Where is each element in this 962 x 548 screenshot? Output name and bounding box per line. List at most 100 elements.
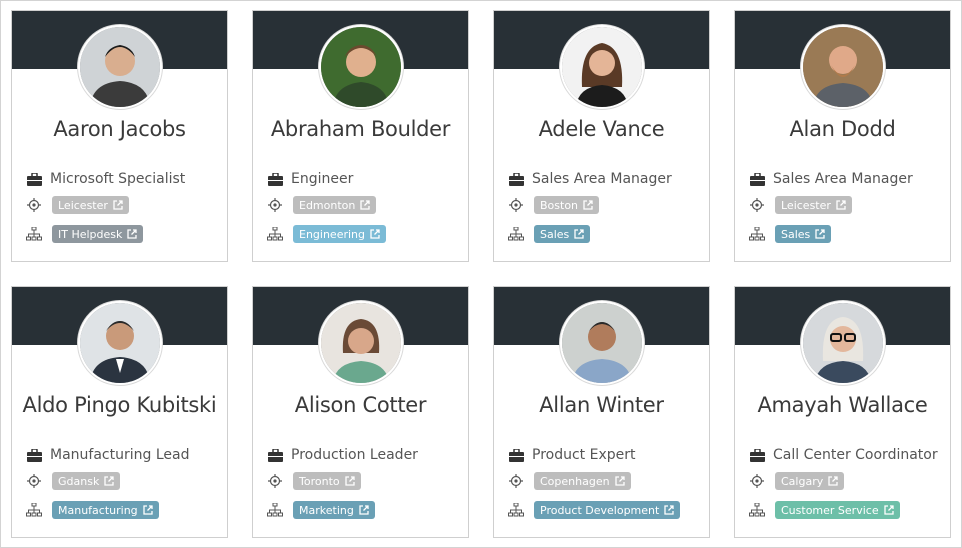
org-chart-icon	[267, 502, 283, 518]
location-tag[interactable]: Edmonton	[293, 196, 377, 214]
location-label: Gdansk	[58, 474, 100, 488]
org-chart-icon	[508, 502, 524, 518]
job-title: Call Center Coordinator	[773, 447, 938, 463]
department-label: IT Helpdesk	[58, 227, 123, 241]
department-tag[interactable]: Product Development	[534, 501, 681, 519]
external-link-icon	[614, 476, 625, 486]
person-card[interactable]: Adele Vance Sales Area Manager Boston Sa…	[493, 10, 710, 262]
org-chart-icon	[267, 226, 283, 242]
person-card[interactable]: Alan Dodd Sales Area Manager Leicester S…	[734, 10, 951, 262]
avatar	[318, 301, 403, 385]
department-tag[interactable]: Sales	[775, 225, 832, 243]
target-icon	[508, 197, 524, 213]
external-link-icon	[883, 505, 894, 515]
location-label: Edmonton	[299, 198, 356, 212]
target-icon	[26, 197, 42, 213]
person-name[interactable]: Alison Cotter	[253, 393, 468, 417]
target-icon	[26, 473, 42, 489]
person-name[interactable]: Aldo Pingo Kubitski	[12, 393, 227, 417]
job-title: Engineer	[291, 171, 354, 187]
department-label: Sales	[781, 227, 811, 241]
job-title: Microsoft Specialist	[50, 171, 186, 187]
org-chart-icon	[26, 226, 42, 242]
location-tag[interactable]: Toronto	[293, 472, 361, 490]
avatar	[77, 301, 162, 385]
avatar	[559, 25, 644, 109]
department-label: Engineering	[299, 227, 365, 241]
person-card[interactable]: Alison Cotter Production Leader Toronto …	[252, 286, 469, 538]
person-name[interactable]: Alan Dodd	[735, 117, 950, 141]
briefcase-icon	[267, 171, 283, 187]
person-name[interactable]: Amayah Wallace	[735, 393, 950, 417]
external-link-icon	[836, 200, 846, 210]
avatar	[800, 301, 885, 385]
avatar	[800, 25, 885, 109]
location-tag[interactable]: Leicester	[52, 196, 129, 214]
target-icon	[267, 473, 283, 489]
department-tag[interactable]: Sales	[534, 225, 591, 243]
briefcase-icon	[267, 447, 283, 463]
external-link-icon	[359, 505, 369, 515]
person-card[interactable]: Amayah Wallace Call Center Coordinator C…	[734, 286, 951, 538]
department-tag[interactable]: Manufacturing	[52, 501, 159, 519]
avatar	[77, 25, 162, 109]
location-label: Toronto	[299, 474, 340, 488]
person-name[interactable]: Aaron Jacobs	[12, 117, 227, 141]
person-card[interactable]: Allan Winter Product Expert Copenhagen P…	[493, 286, 710, 538]
external-link-icon	[370, 229, 380, 239]
location-label: Boston	[540, 198, 579, 212]
person-name[interactable]: Abraham Boulder	[253, 117, 468, 141]
location-tag[interactable]: Copenhagen	[534, 472, 631, 490]
external-link-icon	[344, 476, 355, 486]
department-tag[interactable]: Marketing	[293, 501, 375, 519]
briefcase-icon	[749, 447, 765, 463]
people-grid: Aaron Jacobs Microsoft Specialist Leices…	[0, 0, 962, 548]
location-tag[interactable]: Calgary	[775, 472, 845, 490]
department-tag[interactable]: Customer Service	[775, 501, 900, 519]
briefcase-icon	[749, 171, 765, 187]
location-label: Leicester	[781, 198, 831, 212]
org-chart-icon	[508, 226, 524, 242]
external-link-icon	[815, 229, 825, 239]
avatar	[318, 25, 403, 109]
target-icon	[749, 473, 765, 489]
briefcase-icon	[508, 447, 524, 463]
person-card[interactable]: Aaron Jacobs Microsoft Specialist Leices…	[11, 10, 228, 262]
org-chart-icon	[26, 502, 42, 518]
department-tag[interactable]: IT Helpdesk	[52, 225, 144, 243]
department-tag[interactable]: Engineering	[293, 225, 386, 243]
job-title: Sales Area Manager	[532, 171, 672, 187]
external-link-icon	[583, 200, 593, 210]
external-link-icon	[828, 476, 838, 486]
job-title: Sales Area Manager	[773, 171, 913, 187]
department-label: Manufacturing	[58, 503, 138, 517]
job-title: Product Expert	[532, 447, 636, 463]
location-tag[interactable]: Boston	[534, 196, 600, 214]
target-icon	[267, 197, 283, 213]
external-link-icon	[143, 505, 153, 515]
department-label: Product Development	[540, 503, 660, 517]
briefcase-icon	[26, 171, 42, 187]
person-name[interactable]: Allan Winter	[494, 393, 709, 417]
job-title: Production Leader	[291, 447, 418, 463]
location-tag[interactable]: Gdansk	[52, 472, 121, 490]
location-label: Leicester	[58, 198, 108, 212]
person-card[interactable]: Abraham Boulder Engineer Edmonton Engine…	[252, 10, 469, 262]
location-tag[interactable]: Leicester	[775, 196, 852, 214]
briefcase-icon	[26, 447, 42, 463]
department-label: Marketing	[299, 503, 354, 517]
external-link-icon	[664, 505, 674, 515]
department-label: Sales	[540, 227, 570, 241]
location-label: Copenhagen	[540, 474, 610, 488]
external-link-icon	[127, 229, 138, 239]
external-link-icon	[104, 476, 114, 486]
department-label: Customer Service	[781, 503, 879, 517]
org-chart-icon	[749, 502, 765, 518]
external-link-icon	[113, 200, 123, 210]
org-chart-icon	[749, 226, 765, 242]
avatar	[559, 301, 644, 385]
target-icon	[508, 473, 524, 489]
person-name[interactable]: Adele Vance	[494, 117, 709, 141]
briefcase-icon	[508, 171, 524, 187]
person-card[interactable]: Aldo Pingo Kubitski Manufacturing Lead G…	[11, 286, 228, 538]
